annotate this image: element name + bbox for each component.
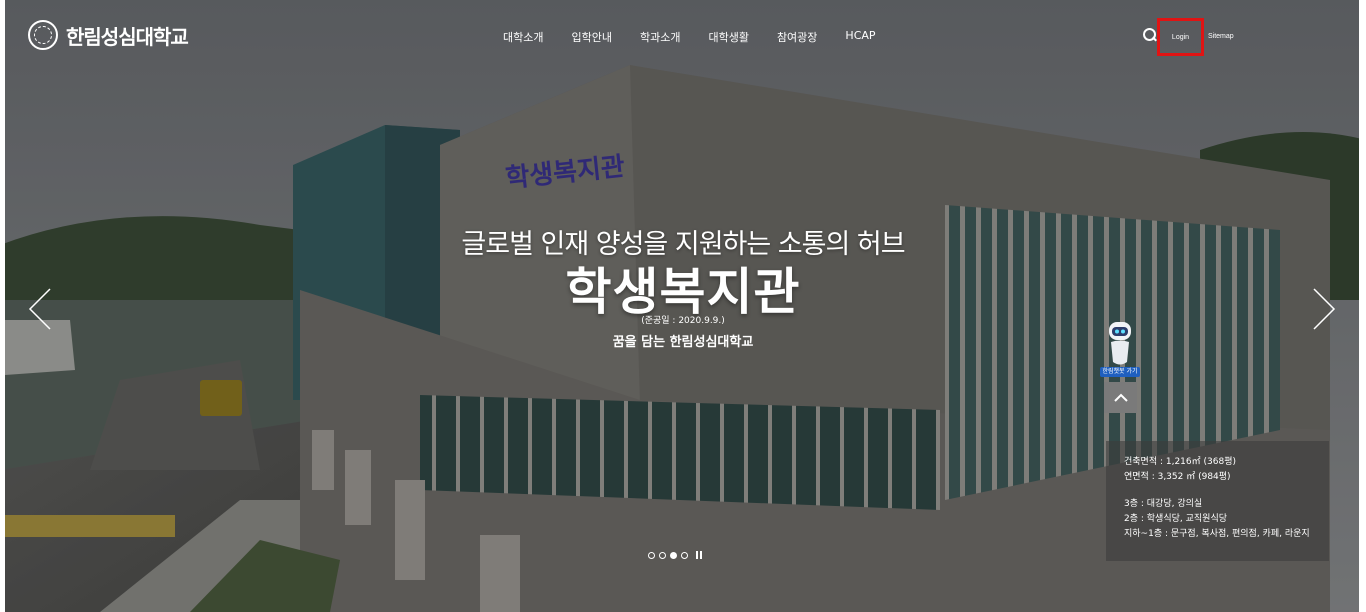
- nav-item-admissions[interactable]: 입학안내: [557, 29, 625, 45]
- pager-dot[interactable]: [659, 551, 666, 559]
- pager-dot[interactable]: [648, 551, 655, 559]
- scroll-top-button[interactable]: [1104, 382, 1137, 413]
- site-header: 한림성심대학교 대학소개 입학안내 학과소개 대학생활 참여광장 HCAP Lo…: [0, 0, 1366, 72]
- nav-item-about[interactable]: 대학소개: [503, 29, 557, 45]
- university-emblem-icon: [28, 20, 58, 50]
- pause-icon[interactable]: [696, 551, 702, 559]
- chevron-up-icon: [1113, 393, 1128, 402]
- nav-item-hcap[interactable]: HCAP: [831, 29, 889, 45]
- pager-dot-active[interactable]: [670, 551, 677, 559]
- nav-item-campus-life[interactable]: 대학생활: [694, 29, 762, 45]
- info-floor-3: 3층 : 대강당, 강의실: [1124, 499, 1203, 509]
- chatbot-label[interactable]: 한림챗봇 가기: [1100, 367, 1140, 377]
- pager-dot[interactable]: [681, 551, 688, 559]
- next-slide-arrow-icon[interactable]: [1312, 288, 1336, 330]
- login-highlight-box: Login: [1157, 18, 1204, 56]
- nav-item-departments[interactable]: 학과소개: [626, 29, 694, 45]
- search-icon[interactable]: [1143, 28, 1157, 42]
- info-floor-area: 연면적 : 3,352 ㎡ (984평): [1124, 472, 1231, 482]
- info-floor-b1-1: 지하~1층 : 문구점, 복사점, 편의점, 카페, 라운지: [1124, 529, 1310, 539]
- info-building-area: 건축면적 : 1,216㎡ (368평): [1124, 457, 1236, 467]
- building-info-panel: 건축면적 : 1,216㎡ (368평) 연면적 : 3,352 ㎡ (984평…: [1106, 441, 1329, 561]
- prev-slide-arrow-icon[interactable]: [28, 288, 52, 330]
- hero-slogan: 꿈을 담는 한림성심대학교: [612, 335, 754, 350]
- site-logo[interactable]: 한림성심대학교: [28, 20, 189, 50]
- login-link[interactable]: Login: [1172, 34, 1189, 41]
- slide-pager: [648, 551, 702, 559]
- hero-completion-date: (준공일 : 2020.9.9.): [641, 316, 725, 326]
- nav-item-community[interactable]: 참여광장: [763, 29, 831, 45]
- info-floor-2: 2층 : 학생식당, 교직원식당: [1124, 514, 1228, 524]
- main-navigation: 대학소개 입학안내 학과소개 대학생활 참여광장 HCAP: [503, 29, 890, 45]
- sitemap-link[interactable]: Sitemap: [1208, 33, 1234, 40]
- logo-text: 한림성심대학교: [66, 24, 189, 49]
